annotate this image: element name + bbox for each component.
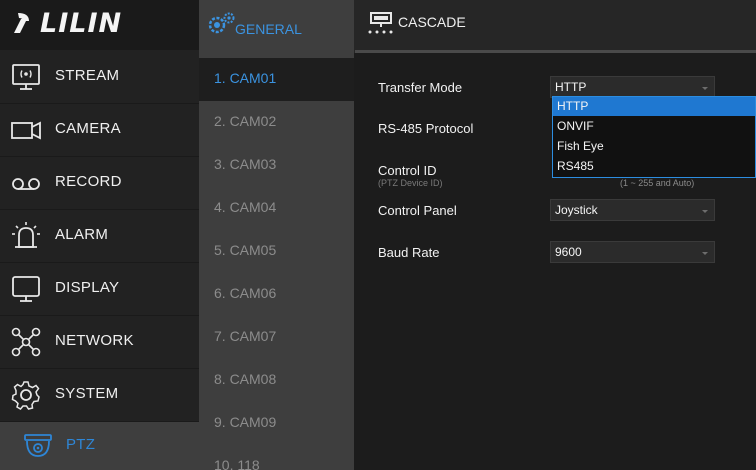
network-icon [10,326,42,358]
camera-item-label: 2. CAM02 [214,113,277,129]
display-icon [10,273,42,305]
transfer-mode-select[interactable]: HTTP [550,76,715,98]
camera-icon [10,114,42,146]
logo-mark-icon [14,13,29,33]
sidebar-item-system[interactable]: SYSTEM [0,369,199,422]
sidebar-item-label: DISPLAY [55,279,120,296]
camera-item-3[interactable]: 3. CAM03 [199,144,354,187]
control-id-range-hint: (1 ~ 255 and Auto) [620,178,695,188]
brand-logo: LILIN [0,0,199,50]
camera-item-label: 1. CAM01 [214,70,277,86]
sidebar-item-label: SYSTEM [55,385,119,402]
camera-item-label: 9. CAM09 [214,414,277,430]
control-id-sublabel: (PTZ Device ID) [378,178,443,188]
sidebar-item-label: CAMERA [55,120,121,137]
ptz-general-settings: Transfer Mode HTTP RS-485 Protocol Contr… [354,53,756,470]
tab-general[interactable]: GENERAL [199,0,354,58]
camera-item-7[interactable]: 7. CAM07 [199,316,354,359]
sidebar-item-label: STREAM [55,67,120,84]
camera-item-label: 5. CAM05 [214,242,277,258]
alarm-icon [10,220,42,252]
sidebar-item-record[interactable]: RECORD [0,157,199,210]
control-panel-value: Joystick [555,203,598,217]
control-panel-label: Control Panel [378,203,457,218]
camera-item-10[interactable]: 10. 118 [199,445,354,470]
camera-item-5[interactable]: 5. CAM05 [199,230,354,273]
cascade-device-icon [366,10,396,36]
transfer-mode-label: Transfer Mode [378,80,463,95]
sidebar-item-label: ALARM [55,226,109,243]
camera-list: 1. CAM01 2. CAM02 3. CAM03 4. CAM04 5. C… [199,58,354,470]
camera-item-9[interactable]: 9. CAM09 [199,402,354,445]
baud-rate-value: 9600 [555,245,582,259]
chevron-down-icon [702,252,708,255]
logo-text: LILIN [40,8,123,39]
sidebar-item-network[interactable]: NETWORK [0,316,199,369]
stream-icon [10,61,42,93]
gear-icon [10,379,42,411]
sidebar-item-stream[interactable]: STREAM [0,51,199,104]
camera-item-1[interactable]: 1. CAM01 [199,58,354,101]
camera-item-label: 10. 118 [214,457,260,470]
chevron-down-icon [702,210,708,213]
camera-item-label: 7. CAM07 [214,328,277,344]
sidebar: LILIN STREAM CAMERA RECORD ALARM DISPLAY [0,0,199,470]
dropdown-option-http[interactable]: HTTP [553,97,755,116]
sidebar-item-label: PTZ [66,436,96,453]
control-panel-select[interactable]: Joystick [550,199,715,221]
sidebar-item-display[interactable]: DISPLAY [0,263,199,316]
camera-item-6[interactable]: 6. CAM06 [199,273,354,316]
control-id-label: Control ID [378,163,437,178]
dropdown-option-rs485[interactable]: RS485 [553,157,755,176]
sidebar-item-ptz[interactable]: PTZ [0,422,199,470]
camera-item-label: 6. CAM06 [214,285,277,301]
chevron-down-icon [702,87,708,90]
camera-item-label: 4. CAM04 [214,199,277,215]
tab-label: GENERAL [235,21,302,37]
camera-item-4[interactable]: 4. CAM04 [199,187,354,230]
baud-rate-select[interactable]: 9600 [550,241,715,263]
transfer-mode-value: HTTP [555,80,587,94]
dropdown-option-onvif[interactable]: ONVIF [553,117,755,136]
ptz-dome-icon [22,430,54,462]
rs485-protocol-dropdown[interactable]: HTTP ONVIF Fish Eye RS485 [552,96,756,178]
camera-item-8[interactable]: 8. CAM08 [199,359,354,402]
rs485-protocol-label: RS-485 Protocol [378,121,474,136]
camera-item-2[interactable]: 2. CAM02 [199,101,354,144]
tab-label: CASCADE [398,14,466,30]
gears-icon [207,11,237,37]
sidebar-item-camera[interactable]: CAMERA [0,104,199,157]
sidebar-item-label: NETWORK [55,332,134,349]
sidebar-item-alarm[interactable]: ALARM [0,210,199,263]
camera-item-label: 8. CAM08 [214,371,277,387]
baud-rate-label: Baud Rate [378,245,440,260]
dropdown-option-fish-eye[interactable]: Fish Eye [553,137,755,156]
camera-item-label: 3. CAM03 [214,156,277,172]
record-icon [10,167,42,199]
sidebar-item-label: RECORD [55,173,122,190]
